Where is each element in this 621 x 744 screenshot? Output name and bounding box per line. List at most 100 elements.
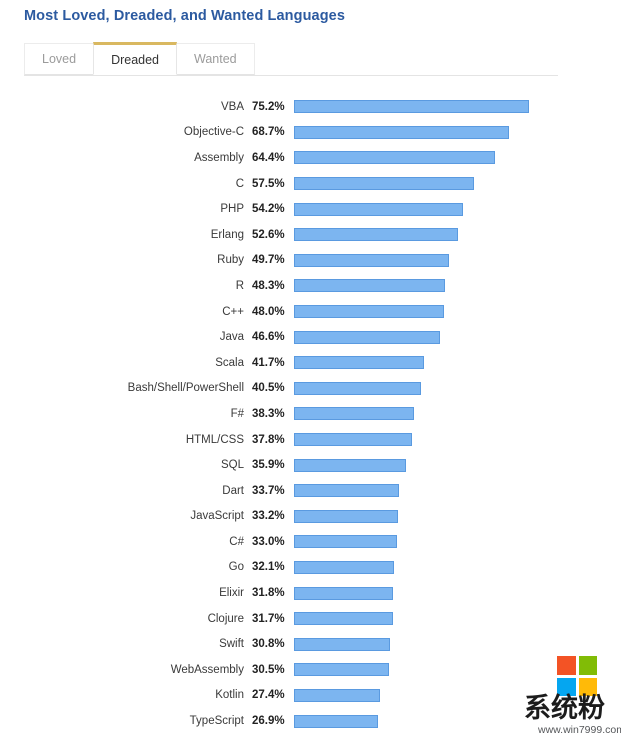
chart-row: JavaScript 33.2% [0, 504, 621, 530]
chart-bar[interactable] [294, 458, 407, 472]
chart-bar-track [294, 504, 621, 530]
chart-bar[interactable] [294, 586, 394, 600]
chart-bar-track [294, 376, 621, 402]
chart-bar-track [294, 580, 621, 606]
watermark-brand-text: 系统粉 [524, 693, 605, 724]
chart-bar[interactable] [294, 356, 425, 370]
chart-bar-track [294, 120, 621, 146]
chart-bar[interactable] [294, 381, 421, 395]
chart-row-value: 41.7% [252, 356, 285, 369]
chart-row: C# 33.0% [0, 529, 621, 555]
chart-bar[interactable] [294, 714, 379, 728]
chart-bar[interactable] [294, 177, 474, 191]
tab-wanted[interactable]: Wanted [176, 43, 255, 75]
chart-row-value: 30.8% [252, 638, 285, 651]
chart-row-label: Go [228, 561, 244, 574]
microsoft-four-squares-logo [557, 656, 597, 696]
chart-bar-track [294, 222, 621, 248]
chart-bar-track [294, 401, 621, 427]
chart-row-label: C [235, 177, 244, 190]
chart-row-label: HTML/CSS [185, 433, 244, 446]
chart-row-value: 48.0% [252, 305, 285, 318]
chart-row-label: Java [219, 331, 244, 344]
chart-row: Go 32.1% [0, 555, 621, 581]
chart-bar-track [294, 196, 621, 222]
chart-row: C++ 48.0% [0, 299, 621, 325]
chart-row: Java 46.6% [0, 324, 621, 350]
chart-bar[interactable] [294, 484, 400, 498]
chart-row-label: C# [229, 535, 244, 548]
chart-bar-track [294, 273, 621, 299]
chart-bar[interactable] [294, 407, 414, 421]
chart-bar[interactable] [294, 228, 459, 242]
chart-bar-track [294, 606, 621, 632]
chart-row-value: 31.8% [252, 587, 285, 600]
chart-bar[interactable] [294, 202, 464, 216]
chart-row-value: 49.7% [252, 254, 285, 267]
chart-row-value: 30.5% [252, 663, 285, 676]
chart-row-value: 68.7% [252, 126, 285, 139]
chart-bar-track [294, 145, 621, 171]
chart-row-label: Dart [222, 484, 244, 497]
chart-row-value: 46.6% [252, 331, 285, 344]
chart-row-label: WebAssembly [170, 663, 244, 676]
chart-bar[interactable] [294, 151, 496, 165]
chart-bar[interactable] [294, 560, 395, 574]
chart-bar-track [294, 350, 621, 376]
chart-row-label: VBA [220, 100, 244, 113]
chart-row-value: 48.3% [252, 279, 285, 292]
chart-bar-track [294, 555, 621, 581]
chart-row-value: 26.9% [252, 715, 285, 728]
chart-row: SQL 35.9% [0, 452, 621, 478]
chart-bar[interactable] [294, 330, 440, 344]
chart-row-value: 31.7% [252, 612, 285, 625]
chart-row-label: Clojure [207, 612, 244, 625]
page-title: Most Loved, Dreaded, and Wanted Language… [24, 8, 345, 24]
chart-row-label: R [235, 279, 244, 292]
chart-bar[interactable] [294, 612, 394, 626]
tab-bar: Loved Dreaded Wanted [24, 42, 558, 76]
tab-dreaded-label: Dreaded [111, 52, 160, 67]
chart-row-label: Assembly [194, 151, 244, 164]
tab-loved-label: Loved [42, 52, 77, 66]
chart-row: VBA 75.2% [0, 94, 621, 120]
chart-row-value: 33.2% [252, 510, 285, 523]
chart-bar[interactable] [294, 535, 398, 549]
chart-row-label: TypeScript [189, 715, 244, 728]
tab-loved[interactable]: Loved [24, 43, 95, 75]
chart-row: Bash/Shell/PowerShell 40.5% [0, 376, 621, 402]
logo-square-2 [578, 656, 597, 675]
chart-bar[interactable] [294, 100, 529, 114]
chart-row: HTML/CSS 37.8% [0, 427, 621, 453]
chart-row-value: 75.2% [252, 100, 285, 113]
chart-bar[interactable] [294, 279, 445, 293]
watermark-url: www.win7999.com [538, 724, 621, 736]
tab-wanted-label: Wanted [194, 52, 237, 66]
chart-row-label: SQL [220, 459, 244, 472]
chart-bar[interactable] [294, 433, 413, 447]
chart-bar-track [294, 299, 621, 325]
chart-row: C 57.5% [0, 171, 621, 197]
chart-bar[interactable] [294, 305, 444, 319]
chart-bar[interactable] [294, 637, 391, 651]
chart-bar-track [294, 427, 621, 453]
tab-dreaded[interactable]: Dreaded [93, 42, 178, 75]
chart-row-label: Objective-C [183, 126, 244, 139]
chart-row-value: 52.6% [252, 228, 285, 241]
chart-bar[interactable] [294, 688, 380, 702]
chart-page: Most Loved, Dreaded, and Wanted Language… [0, 0, 621, 744]
chart-row-label: C++ [222, 305, 244, 318]
chart-row: Clojure 31.7% [0, 606, 621, 632]
chart-row-value: 54.2% [252, 203, 285, 216]
site-watermark: 系统粉 www.win7999.com [499, 648, 621, 740]
dreaded-languages-bar-chart: VBA 75.2% Objective-C 68.7% Assembly 64.4% C 57… [0, 94, 621, 734]
chart-bar[interactable] [294, 663, 390, 677]
chart-row-label: PHP [220, 203, 244, 216]
chart-bar-track [294, 324, 621, 350]
chart-bar[interactable] [294, 509, 398, 523]
chart-row-label: JavaScript [190, 510, 244, 523]
logo-square-1 [557, 656, 576, 675]
chart-row-label: F# [230, 407, 244, 420]
chart-bar[interactable] [294, 253, 450, 267]
chart-bar[interactable] [294, 125, 509, 139]
